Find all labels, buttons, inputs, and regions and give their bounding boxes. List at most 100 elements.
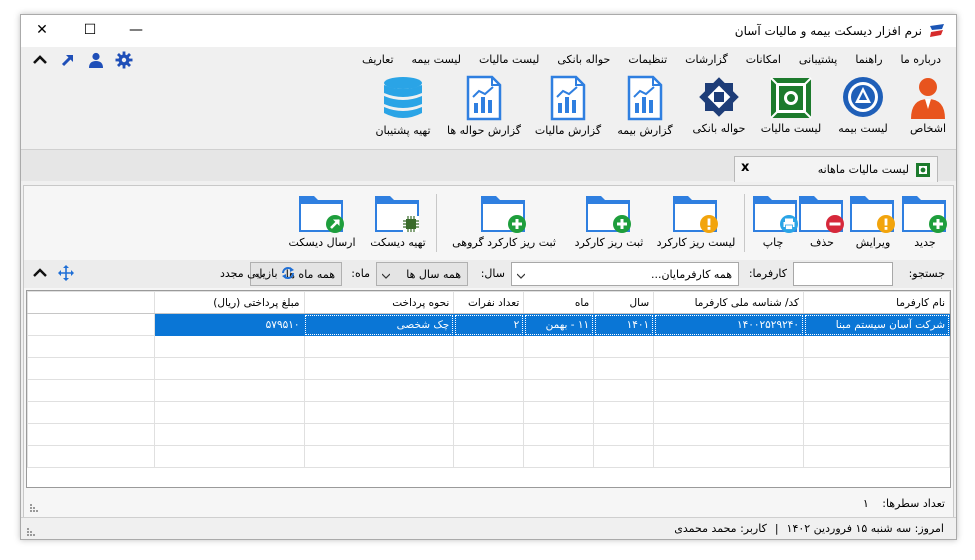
table-row[interactable]	[27, 423, 950, 446]
grid-cell[interactable]	[803, 379, 950, 402]
menu-item[interactable]: درباره ما	[892, 53, 950, 66]
refresh-button[interactable]: بازیابی مجدد	[220, 266, 295, 280]
grid-cell[interactable]	[453, 423, 525, 446]
grid-cell[interactable]: شرکت آسان سیستم مبنا	[803, 313, 950, 336]
grid-column-header[interactable]: تعداد نفرات	[453, 291, 525, 314]
ribbon-insurance-report-button[interactable]: گزارش بیمه	[612, 75, 678, 145]
collapse-ribbon-icon[interactable]	[31, 51, 49, 69]
menu-item[interactable]: گزارشات	[676, 53, 737, 66]
grid-cell[interactable]	[303, 401, 455, 424]
grid-cell[interactable]	[523, 445, 595, 468]
ribbon-persons-button[interactable]: اشخاص	[906, 75, 950, 145]
grid-cell[interactable]	[523, 335, 595, 358]
grid-cell[interactable]	[153, 445, 305, 468]
grid-cell[interactable]	[303, 423, 455, 446]
prepare-diskette-button[interactable]: تهیه دیسکت	[365, 190, 431, 256]
table-row[interactable]	[27, 445, 950, 468]
grid-cell[interactable]	[453, 335, 525, 358]
table-row[interactable]	[27, 357, 950, 380]
grid-column-header[interactable]: سال	[593, 291, 655, 314]
grid-column-header[interactable]: نام کارفرما	[803, 291, 950, 314]
menu-item[interactable]: امکانات	[737, 53, 790, 66]
grid-cell[interactable]	[153, 379, 305, 402]
grid-cell[interactable]	[803, 423, 950, 446]
send-diskette-button[interactable]: ارسال دیسکت	[283, 190, 361, 256]
grid-cell[interactable]: ۱۱ - بهمن	[523, 313, 595, 336]
register-group-work-detail-button[interactable]: ثبت ریز کارکرد گروهی	[441, 190, 567, 256]
grid-cell[interactable]	[303, 445, 455, 468]
grid-cell[interactable]	[303, 379, 455, 402]
minimize-button[interactable]: —	[123, 19, 149, 41]
table-row[interactable]: ۵۷۹۵۱۰ چک شخصی ۲ ۱۱ - بهمن ۱۴۰۱ ۱۴۰۰۲۵۲۹۲۴۰ شر…	[27, 313, 950, 336]
grid-cell[interactable]	[523, 379, 595, 402]
maximize-button[interactable]: ☐	[77, 19, 103, 41]
grid-cell[interactable]	[153, 423, 305, 446]
grid-cell[interactable]	[653, 445, 805, 468]
ribbon-tax-button[interactable]: لیست مالیات	[758, 75, 824, 145]
search-input[interactable]	[793, 262, 893, 286]
grid-column-header[interactable]: مبلغ پرداختی (ریال)	[153, 291, 305, 314]
grid-cell[interactable]	[593, 357, 655, 380]
grid-cell[interactable]	[453, 357, 525, 380]
grid-column-header[interactable]: کد/ شناسه ملی کارفرما	[653, 291, 805, 314]
ribbon-bank-button[interactable]: حواله بانکی	[688, 75, 750, 145]
table-row[interactable]	[27, 401, 950, 424]
grid-cell[interactable]	[593, 379, 655, 402]
user-icon[interactable]	[87, 51, 105, 69]
grid-cell[interactable]	[593, 445, 655, 468]
grid-cell[interactable]	[523, 357, 595, 380]
register-work-detail-button[interactable]: ثبت ریز کارکرد	[571, 190, 647, 256]
grid-cell[interactable]: ۱۴۰۰۲۵۲۹۲۴۰	[653, 313, 805, 336]
tab-monthly-tax-list[interactable]: لیست مالیات ماهانه x	[734, 156, 938, 182]
grid-cell[interactable]	[523, 401, 595, 424]
grid-cell[interactable]	[153, 401, 305, 424]
grid-cell[interactable]	[153, 335, 305, 358]
menu-item[interactable]: تعاریف	[353, 53, 402, 66]
grid-column-header[interactable]: نحوه پرداخت	[303, 291, 455, 314]
grid-cell[interactable]	[593, 401, 655, 424]
grid-cell[interactable]	[803, 357, 950, 380]
menu-item[interactable]: پشتیبانی	[790, 53, 846, 66]
move-icon[interactable]	[58, 265, 74, 281]
delete-button[interactable]: حذف	[797, 190, 847, 256]
print-button[interactable]: چاپ	[751, 190, 798, 256]
grid-cell[interactable]: ۲	[453, 313, 525, 336]
grid-cell[interactable]: ۱۴۰۱	[593, 313, 655, 336]
grid-cell[interactable]	[453, 379, 525, 402]
tab-close-button[interactable]: x	[741, 160, 749, 175]
grid-cell[interactable]	[593, 423, 655, 446]
grid-cell[interactable]: ۵۷۹۵۱۰	[153, 313, 305, 336]
grid-cell[interactable]	[803, 445, 950, 468]
grid-cell[interactable]	[453, 401, 525, 424]
ribbon-backup-button[interactable]: تهیه پشتیبان	[368, 75, 438, 145]
table-row[interactable]	[27, 335, 950, 358]
arrow-up-right-icon[interactable]	[59, 51, 77, 69]
grid-cell[interactable]	[653, 401, 805, 424]
grid-cell[interactable]	[303, 357, 455, 380]
menu-item[interactable]: لیست بیمه	[403, 53, 470, 66]
grid-cell[interactable]	[803, 401, 950, 424]
close-button[interactable]: ✕	[29, 19, 55, 41]
collapse-filter-icon[interactable]	[32, 265, 48, 281]
grid-cell[interactable]	[653, 335, 805, 358]
gear-icon[interactable]	[115, 51, 133, 69]
year-select[interactable]: همه سال ها	[376, 262, 468, 286]
ribbon-transfers-report-button[interactable]: گزارش حواله ها	[444, 75, 524, 145]
grid-cell[interactable]	[453, 445, 525, 468]
new-button[interactable]: جدید	[899, 190, 951, 256]
menu-item[interactable]: تنظیمات	[619, 53, 676, 66]
work-detail-list-button[interactable]: لیست ریز کارکرد	[651, 190, 741, 256]
ribbon-insurance-button[interactable]: لیست بیمه	[832, 75, 894, 145]
grid-cell[interactable]	[653, 423, 805, 446]
menu-item[interactable]: راهنما	[846, 53, 891, 66]
grid-cell[interactable]	[303, 335, 455, 358]
grid-cell[interactable]	[153, 357, 305, 380]
ribbon-tax-report-button[interactable]: گزارش مالیات	[530, 75, 606, 145]
grid-column-header[interactable]: ماه	[523, 291, 595, 314]
data-grid[interactable]: مبلغ پرداختی (ریال) نحوه پرداخت تعداد نفرا…	[26, 290, 951, 488]
employer-select[interactable]: همه کارفرمایان...	[511, 262, 739, 286]
menu-item[interactable]: لیست مالیات	[470, 53, 548, 66]
menu-item[interactable]: حواله بانکی	[548, 53, 619, 66]
grid-cell[interactable]	[593, 335, 655, 358]
grid-cell[interactable]	[653, 357, 805, 380]
